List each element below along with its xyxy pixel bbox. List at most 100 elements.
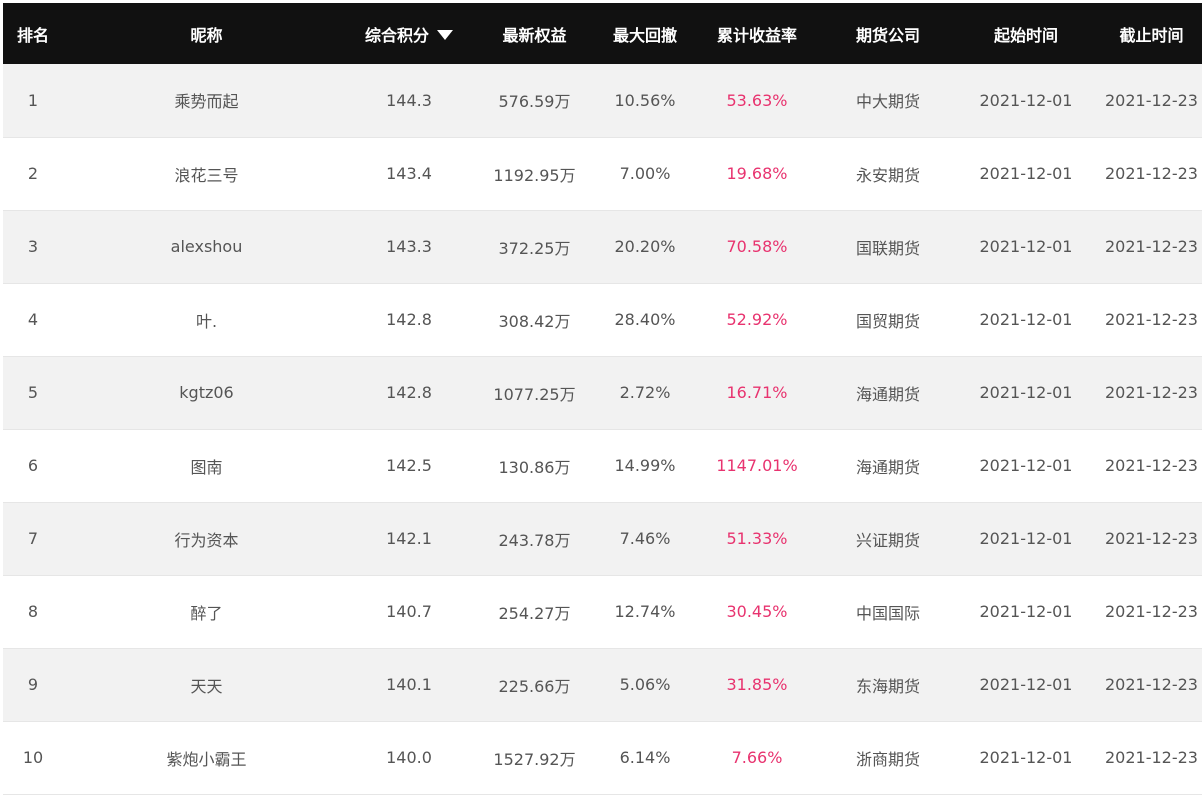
table-row[interactable]: 1 乘势而起 144.3 576.59万 10.56% 53.63% 中大期货 2021-12… xyxy=(3,64,1202,138)
cell-broker: 中国国际 xyxy=(825,575,951,649)
cell-return-rate: 31.85% xyxy=(689,648,825,722)
cell-rank: 1 xyxy=(3,64,63,138)
table-row[interactable]: 3 alexshou 143.3 372.25万 20.20% 70.58% 国联期货 202… xyxy=(3,210,1202,284)
cell-start: 2021-12-01 xyxy=(951,356,1101,430)
cell-end: 2021-12-23 xyxy=(1101,429,1202,503)
cell-broker: 兴证期货 xyxy=(825,502,951,576)
cell-drawdown: 28.40% xyxy=(601,283,689,357)
cell-return-rate: 1147.01% xyxy=(689,429,825,503)
table-row[interactable]: 7 行为资本 142.1 243.78万 7.46% 51.33% 兴证期货 2021-12-… xyxy=(3,502,1202,576)
cell-end: 2021-12-23 xyxy=(1101,502,1202,576)
cell-equity: 1077.25万 xyxy=(468,356,601,430)
cell-score: 143.4 xyxy=(350,137,468,211)
cell-drawdown: 6.14% xyxy=(601,721,689,795)
cell-nickname: 图南 xyxy=(63,429,350,503)
cell-drawdown: 5.06% xyxy=(601,648,689,722)
cell-end: 2021-12-23 xyxy=(1101,210,1202,284)
header-rank: 排名 xyxy=(16,25,49,45)
cell-start: 2021-12-01 xyxy=(951,575,1101,649)
cell-end: 2021-12-23 xyxy=(1101,721,1202,795)
header-equity: 最新权益 xyxy=(502,25,567,45)
cell-score: 142.1 xyxy=(350,502,468,576)
cell-broker: 东海期货 xyxy=(825,648,951,722)
header-score-label: 综合积分 xyxy=(364,25,429,45)
cell-start: 2021-12-01 xyxy=(951,283,1101,357)
table-row[interactable]: 8 醉了 140.7 254.27万 12.74% 30.45% 中国国际 2021-12-0… xyxy=(3,575,1202,649)
cell-rank: 4 xyxy=(3,283,63,357)
cell-broker: 国联期货 xyxy=(825,210,951,284)
table-row[interactable]: 4 叶. 142.8 308.42万 28.40% 52.92% 国贸期货 2021-12-0… xyxy=(3,283,1202,357)
cell-start: 2021-12-01 xyxy=(951,502,1101,576)
cell-nickname: 叶. xyxy=(63,283,350,357)
cell-rank: 9 xyxy=(3,648,63,722)
cell-rank: 6 xyxy=(3,429,63,503)
cell-return-rate: 7.66% xyxy=(689,721,825,795)
cell-nickname: 紫炮小霸王 xyxy=(63,721,350,795)
cell-drawdown: 7.46% xyxy=(601,502,689,576)
cell-score: 142.5 xyxy=(350,429,468,503)
cell-nickname: 醉了 xyxy=(63,575,350,649)
cell-score: 140.1 xyxy=(350,648,468,722)
cell-score: 142.8 xyxy=(350,356,468,430)
cell-equity: 254.27万 xyxy=(468,575,601,649)
header-broker: 期货公司 xyxy=(855,25,920,45)
cell-rank: 8 xyxy=(3,575,63,649)
header-drawdown: 最大回撤 xyxy=(612,25,677,45)
cell-drawdown: 7.00% xyxy=(601,137,689,211)
header-return-rate: 累计收益率 xyxy=(716,25,797,45)
cell-score: 140.7 xyxy=(350,575,468,649)
table-row[interactable]: 2 浪花三号 143.4 1192.95万 7.00% 19.68% 永安期货 2021-12… xyxy=(3,137,1202,211)
cell-start: 2021-12-01 xyxy=(951,64,1101,138)
cell-start: 2021-12-01 xyxy=(951,429,1101,503)
table-body: 1 乘势而起 144.3 576.59万 10.56% 53.63% 中大期货 2021-12… xyxy=(3,64,1202,795)
cell-equity: 225.66万 xyxy=(468,648,601,722)
cell-rank: 2 xyxy=(3,137,63,211)
cell-nickname: 浪花三号 xyxy=(63,137,350,211)
cell-return-rate: 16.71% xyxy=(689,356,825,430)
table-row[interactable]: 10 紫炮小霸王 140.0 1527.92万 6.14% 7.66% 浙商期货 2021-1… xyxy=(3,721,1202,795)
triangle-down-icon[interactable] xyxy=(437,29,453,40)
cell-end: 2021-12-23 xyxy=(1101,648,1202,722)
table-row[interactable]: 5 kgtz06 142.8 1077.25万 2.72% 16.71% 海通期货 2021-… xyxy=(3,356,1202,430)
cell-return-rate: 30.45% xyxy=(689,575,825,649)
cell-rank: 7 xyxy=(3,502,63,576)
cell-score: 140.0 xyxy=(350,721,468,795)
cell-equity: 576.59万 xyxy=(468,64,601,138)
cell-equity: 130.86万 xyxy=(468,429,601,503)
cell-rank: 5 xyxy=(3,356,63,430)
ranking-table: 排名 昵称 综合积分 最新权益 最大回撤 累计收益率 期货公司 起始时间 截止时… xyxy=(3,3,1202,795)
cell-drawdown: 14.99% xyxy=(601,429,689,503)
cell-equity: 372.25万 xyxy=(468,210,601,284)
cell-start: 2021-12-01 xyxy=(951,648,1101,722)
cell-end: 2021-12-23 xyxy=(1101,575,1202,649)
cell-rank: 10 xyxy=(3,721,63,795)
cell-nickname: alexshou xyxy=(63,210,350,284)
cell-broker: 国贸期货 xyxy=(825,283,951,357)
cell-nickname: 行为资本 xyxy=(63,502,350,576)
cell-equity: 308.42万 xyxy=(468,283,601,357)
cell-end: 2021-12-23 xyxy=(1101,356,1202,430)
cell-drawdown: 12.74% xyxy=(601,575,689,649)
cell-broker: 永安期货 xyxy=(825,137,951,211)
header-score[interactable]: 综合积分 xyxy=(350,3,468,64)
cell-nickname: 乘势而起 xyxy=(63,64,350,138)
header-nickname: 昵称 xyxy=(190,25,223,45)
cell-end: 2021-12-23 xyxy=(1101,283,1202,357)
cell-nickname: kgtz06 xyxy=(63,356,350,430)
cell-end: 2021-12-23 xyxy=(1101,64,1202,138)
cell-score: 142.8 xyxy=(350,283,468,357)
table-row[interactable]: 6 图南 142.5 130.86万 14.99% 1147.01% 海通期货 2021-12… xyxy=(3,429,1202,503)
cell-return-rate: 52.92% xyxy=(689,283,825,357)
cell-broker: 中大期货 xyxy=(825,64,951,138)
cell-return-rate: 53.63% xyxy=(689,64,825,138)
header-start: 起始时间 xyxy=(993,25,1058,45)
cell-drawdown: 20.20% xyxy=(601,210,689,284)
cell-equity: 1192.95万 xyxy=(468,137,601,211)
cell-nickname: 天天 xyxy=(63,648,350,722)
cell-score: 143.3 xyxy=(350,210,468,284)
table-row[interactable]: 9 天天 140.1 225.66万 5.06% 31.85% 东海期货 2021-12-01… xyxy=(3,648,1202,722)
cell-rank: 3 xyxy=(3,210,63,284)
cell-broker: 海通期货 xyxy=(825,356,951,430)
cell-broker: 浙商期货 xyxy=(825,721,951,795)
cell-end: 2021-12-23 xyxy=(1101,137,1202,211)
